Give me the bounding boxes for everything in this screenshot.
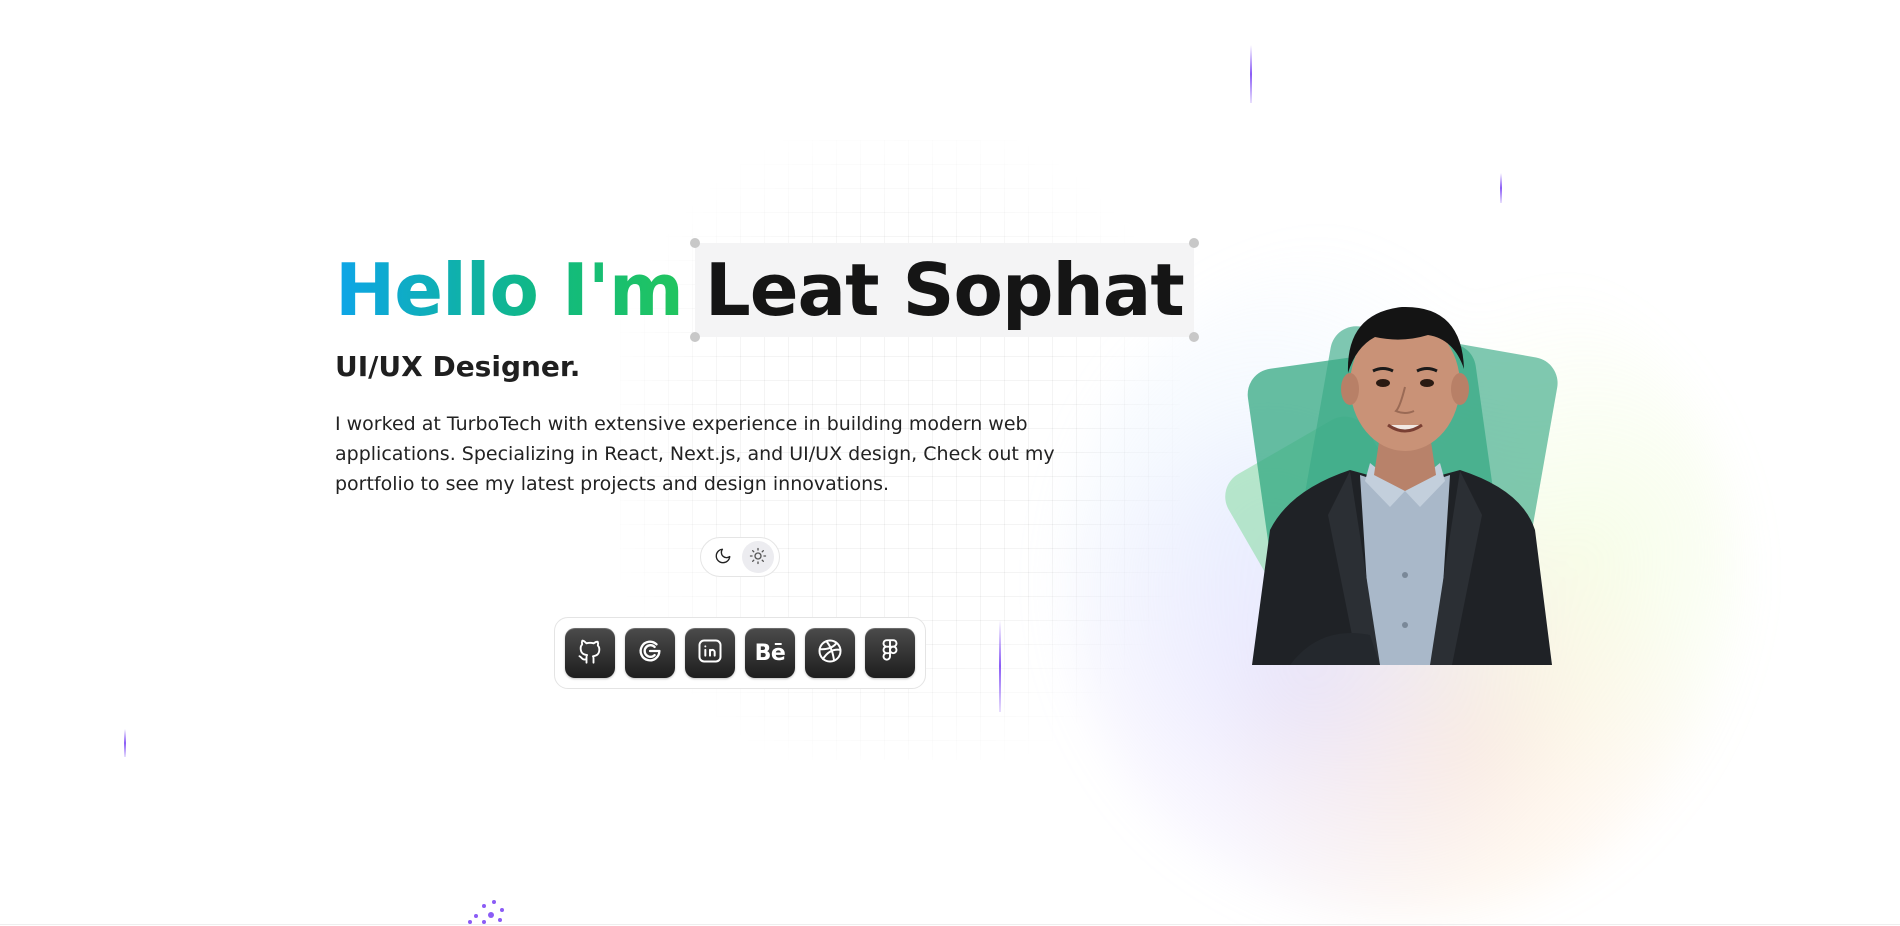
resize-handle xyxy=(689,238,700,248)
role-title: UI/UX Designer. xyxy=(335,350,581,383)
google-link[interactable] xyxy=(625,628,675,678)
loader-dot xyxy=(482,904,486,908)
linkedin-link[interactable] xyxy=(685,628,735,678)
headline: Hello I'm Leat Sophat xyxy=(335,238,1199,342)
decorative-line xyxy=(999,620,1001,712)
loader-dot xyxy=(488,912,494,918)
github-link[interactable] xyxy=(565,628,615,678)
moon-icon xyxy=(714,547,732,568)
greeting-text: Hello I'm xyxy=(335,248,684,332)
social-links-dock: Bē xyxy=(554,617,926,689)
light-mode-button[interactable] xyxy=(741,541,774,573)
decorative-line xyxy=(124,729,126,757)
google-icon xyxy=(636,637,664,669)
figma-link[interactable] xyxy=(865,628,915,678)
portfolio-page: Hello I'm Leat Sophat UI/UX Designer. I … xyxy=(0,0,1900,926)
loader-dot xyxy=(492,900,496,904)
sun-icon xyxy=(749,547,767,568)
behance-icon: Bē xyxy=(754,640,786,666)
behance-link[interactable]: Bē xyxy=(745,628,795,678)
loader-dot xyxy=(500,908,504,912)
dark-mode-button[interactable] xyxy=(707,541,739,573)
github-icon xyxy=(576,637,604,669)
figma-icon xyxy=(877,637,903,669)
loading-dots xyxy=(468,900,514,926)
profile-portrait xyxy=(1215,285,1562,665)
linkedin-icon xyxy=(696,637,724,669)
dribbble-link[interactable] xyxy=(805,628,855,678)
resize-handle xyxy=(1188,238,1199,248)
profile-photo xyxy=(1252,306,1552,665)
decorative-line xyxy=(1500,173,1502,203)
loader-dot xyxy=(498,918,502,922)
resize-handle xyxy=(1188,332,1199,342)
dribbble-icon xyxy=(816,637,844,669)
bottom-divider xyxy=(0,924,1900,925)
resize-handle xyxy=(689,332,700,342)
hero-section: Hello I'm Leat Sophat UI/UX Designer. I … xyxy=(335,238,1199,499)
name-selection-box[interactable]: Leat Sophat xyxy=(689,238,1199,342)
loader-dot xyxy=(474,914,478,918)
bio-text: I worked at TurboTech with extensive exp… xyxy=(335,413,1055,495)
decorative-line xyxy=(1250,45,1252,103)
name-text: Leat Sophat xyxy=(704,248,1185,332)
theme-toggle xyxy=(700,537,780,577)
